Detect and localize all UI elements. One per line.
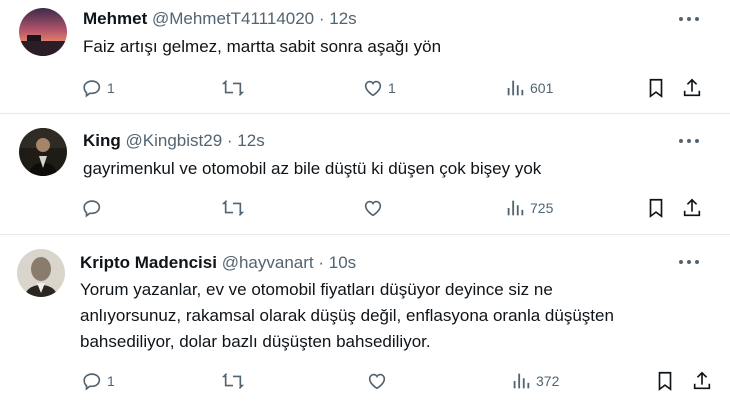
like-count: 1 xyxy=(388,80,396,96)
timestamp[interactable]: · 10s xyxy=(318,253,356,272)
tweet-text: Yorum yazanlar, ev ve otomobil fiyatları… xyxy=(80,277,690,355)
user-handle[interactable]: @Kingbist29 xyxy=(126,131,223,150)
timestamp[interactable]: · 12s xyxy=(227,131,265,150)
display-name[interactable]: King xyxy=(83,131,121,150)
reply-button[interactable]: 1 xyxy=(81,76,115,100)
views-icon xyxy=(510,370,532,392)
retweet-button[interactable] xyxy=(222,369,248,393)
retweet-icon xyxy=(222,370,244,392)
reply-icon xyxy=(81,370,103,392)
share-button[interactable] xyxy=(681,196,703,220)
display-name[interactable]: Mehmet xyxy=(83,9,147,28)
share-button[interactable] xyxy=(691,369,713,393)
views-button[interactable]: 372 xyxy=(510,369,559,393)
reply-count: 1 xyxy=(107,80,115,96)
view-count: 372 xyxy=(536,373,560,389)
heart-icon xyxy=(362,197,384,219)
share-icon xyxy=(681,197,703,219)
more-icon[interactable] xyxy=(676,252,702,272)
heart-icon xyxy=(366,370,388,392)
user-handle[interactable]: @MehmetT41114020 xyxy=(152,9,314,28)
bookmark-button[interactable] xyxy=(654,369,676,393)
tweet-header: Mehmet @MehmetT41114020 · 12s xyxy=(83,8,357,30)
like-button[interactable]: 1 xyxy=(362,76,396,100)
timestamp[interactable]: · 12s xyxy=(319,9,357,28)
tweet-text: Faiz artışı gelmez, martta sabit sonra a… xyxy=(83,37,442,56)
view-count: 601 xyxy=(530,80,554,96)
retweet-icon xyxy=(222,77,244,99)
tweet-text: gayrimenkul ve otomobil az bile düştü ki… xyxy=(83,159,542,178)
like-button[interactable] xyxy=(366,369,392,393)
retweet-icon xyxy=(222,197,244,219)
share-icon xyxy=(691,370,713,392)
retweet-button[interactable] xyxy=(222,196,248,220)
action-bar: 1 1 601 xyxy=(0,76,730,100)
tweet-header: Kripto Madencisi @hayvanart · 10s xyxy=(80,252,356,274)
share-icon xyxy=(681,77,703,99)
retweet-button[interactable] xyxy=(222,76,248,100)
bookmark-button[interactable] xyxy=(645,76,667,100)
more-icon[interactable] xyxy=(676,131,702,151)
display-name[interactable]: Kripto Madencisi xyxy=(80,253,217,272)
action-bar: 725 xyxy=(0,196,730,220)
tweet-header: King @Kingbist29 · 12s xyxy=(83,130,265,152)
views-icon xyxy=(504,197,526,219)
bookmark-button[interactable] xyxy=(645,196,667,220)
tweet-text-line: Yorum yazanlar, ev ve otomobil fiyatları… xyxy=(80,280,553,299)
avatar[interactable] xyxy=(19,128,67,176)
share-button[interactable] xyxy=(681,76,703,100)
tweet[interactable]: Mehmet @MehmetT41114020 · 12s Faiz artış… xyxy=(0,0,730,113)
view-count: 725 xyxy=(530,200,554,216)
tweet[interactable]: King @Kingbist29 · 12s gayrimenkul ve ot… xyxy=(0,114,730,234)
like-button[interactable] xyxy=(362,196,388,220)
action-bar: 1 372 xyxy=(0,369,730,393)
bookmark-icon xyxy=(654,370,676,392)
bookmark-icon xyxy=(645,197,667,219)
views-button[interactable]: 601 xyxy=(504,76,553,100)
tweet-text-line: bahsediliyor, dolar bazlı düşüşten bahse… xyxy=(80,332,431,351)
more-icon[interactable] xyxy=(676,9,702,29)
user-handle[interactable]: @hayvanart xyxy=(222,253,314,272)
avatar[interactable] xyxy=(17,249,65,297)
reply-icon xyxy=(81,77,103,99)
reply-icon xyxy=(81,197,103,219)
tweet-text-line: anlıyorsunuz, rakamsal olarak düşüş deği… xyxy=(80,306,614,325)
bookmark-icon xyxy=(645,77,667,99)
tweet[interactable]: Kripto Madencisi @hayvanart · 10s Yorum … xyxy=(0,235,730,420)
avatar[interactable] xyxy=(19,8,67,56)
views-button[interactable]: 725 xyxy=(504,196,553,220)
reply-button[interactable] xyxy=(81,196,107,220)
heart-icon xyxy=(362,77,384,99)
reply-button[interactable]: 1 xyxy=(81,369,115,393)
reply-count: 1 xyxy=(107,373,115,389)
views-icon xyxy=(504,77,526,99)
